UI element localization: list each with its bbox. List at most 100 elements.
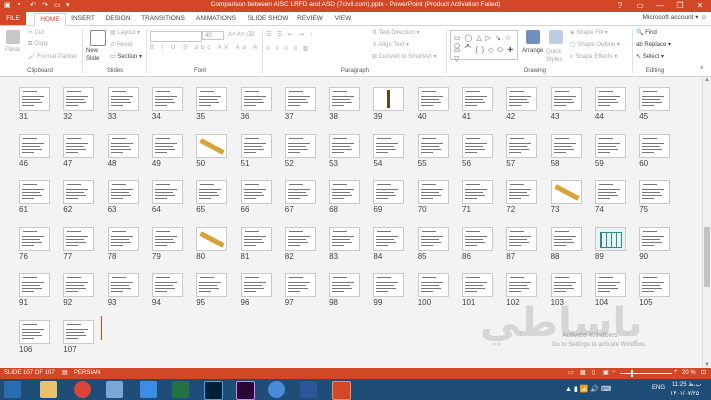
sync-icon[interactable]	[140, 381, 157, 398]
slide-thumbnail[interactable]	[594, 87, 626, 111]
reset-button[interactable]: ↺ Reset	[110, 41, 132, 48]
quick-styles-button[interactable]: Quick Styles	[546, 48, 566, 64]
slide-thumbnail[interactable]	[284, 226, 316, 251]
start-button[interactable]	[4, 381, 21, 398]
slide-thumbnail[interactable]	[63, 180, 95, 204]
slide-thumbnail[interactable]	[240, 133, 272, 158]
slide-thumbnail[interactable]	[63, 87, 95, 111]
powerpoint-taskbar-icon[interactable]	[332, 381, 351, 400]
slide-thumbnail[interactable]	[462, 133, 493, 158]
slide-thumbnail[interactable]	[329, 87, 361, 111]
slide-thumbnail[interactable]	[63, 133, 95, 158]
help-button[interactable]: ?	[610, 0, 630, 12]
slide-thumbnail[interactable]	[240, 87, 272, 111]
slide-thumbnail[interactable]	[240, 180, 272, 204]
shape-effects-button[interactable]: ◐ Shape Effects ▾	[570, 53, 617, 60]
slide-thumbnail[interactable]	[151, 273, 183, 297]
zoom-slider-thumb[interactable]	[631, 370, 633, 377]
slide-thumbnail[interactable]	[284, 180, 316, 204]
collapse-ribbon-icon[interactable]: ˄	[700, 66, 704, 72]
slide-indicator[interactable]: SLIDE 107 OF 107	[4, 370, 55, 376]
photoshop-icon[interactable]	[204, 381, 223, 400]
ribbon-display-button[interactable]: ▭	[630, 0, 650, 12]
tab-insert[interactable]: INSERT	[68, 13, 98, 25]
zoom-in-icon[interactable]: +	[674, 369, 678, 375]
font-grow-shrink-buttons[interactable]: A˄ A˅ ⌫	[228, 31, 255, 38]
slide-thumbnail[interactable]	[506, 133, 538, 158]
slide-thumbnail[interactable]	[594, 180, 626, 204]
zoom-out-icon[interactable]: −	[612, 369, 616, 375]
fit-slide-icon[interactable]: ⊡	[701, 369, 706, 376]
reading-view-icon[interactable]: ▯	[592, 369, 595, 376]
cut-button[interactable]: ✂ Cut	[28, 29, 44, 36]
replace-button[interactable]: ab Replace ▾	[636, 41, 671, 48]
slide-thumbnail[interactable]	[63, 226, 95, 251]
paste-button[interactable]: Paste	[5, 47, 20, 53]
computer-icon[interactable]	[106, 381, 123, 398]
language-indicator[interactable]: PERSIAN	[74, 370, 100, 376]
slide-thumbnail[interactable]	[639, 133, 671, 158]
slide-thumbnail[interactable]	[550, 133, 582, 158]
slide-thumbnail[interactable]	[550, 273, 582, 297]
select-button[interactable]: ↖ Select ▾	[636, 53, 664, 60]
new-slide-button[interactable]: New Slide	[86, 47, 106, 63]
spelling-icon[interactable]: ▤	[62, 369, 68, 376]
slide-thumbnail[interactable]	[373, 273, 405, 297]
find-button[interactable]: 🔍 Find	[636, 29, 657, 36]
slide-thumbnail[interactable]	[639, 180, 671, 204]
normal-view-icon[interactable]: ▭	[568, 369, 574, 376]
slide-thumbnail[interactable]	[373, 180, 405, 204]
tab-animations[interactable]: ANIMATIONS	[193, 13, 239, 25]
slide-thumbnail[interactable]	[196, 180, 228, 204]
slide-thumbnail[interactable]	[63, 273, 95, 297]
copy-button[interactable]: ⧉ Copy	[28, 41, 48, 48]
tray-icons[interactable]: ▲ ▮ 📶 🔊 ⌨	[565, 385, 611, 393]
slide-thumbnail[interactable]	[151, 133, 183, 158]
tab-review[interactable]: REVIEW	[296, 13, 324, 25]
slide-thumbnail[interactable]	[329, 180, 361, 204]
clock-date[interactable]: ۱۴۰۱/۰۷/۲۵	[670, 390, 699, 397]
slide-thumbnail[interactable]	[19, 226, 50, 251]
tab-slide-show[interactable]: SLIDE SHOW	[246, 13, 290, 25]
font-size-box[interactable]: 40	[202, 31, 224, 40]
slide-thumbnail[interactable]	[196, 226, 228, 251]
slide-thumbnail[interactable]	[462, 87, 493, 111]
slide-thumbnail[interactable]	[550, 87, 582, 111]
slide-thumbnail[interactable]	[19, 273, 50, 297]
slide-thumbnail[interactable]	[417, 180, 449, 204]
shapes-gallery[interactable]: ▭ ◯ △ ▷ ↘ ☆ ⬠ ↗ ▭ ⌒ { } ◇ ⬭ ✚ ▽	[450, 30, 518, 63]
slide-thumbnail[interactable]	[151, 226, 183, 251]
tab-transitions[interactable]: TRANSITIONS	[140, 13, 186, 25]
slide-thumbnail[interactable]	[19, 319, 50, 344]
slide-thumbnail[interactable]	[329, 273, 361, 297]
slide-thumbnail[interactable]	[240, 226, 272, 251]
clock-time[interactable]: 11:25 ب.ظ	[672, 381, 701, 388]
scroll-thumb[interactable]	[704, 227, 710, 287]
slide-thumbnail[interactable]	[506, 180, 538, 204]
slide-thumbnail[interactable]	[506, 226, 538, 251]
slide-thumbnail[interactable]	[196, 87, 228, 111]
shape-outline-button[interactable]: ▢ Shape Outline ▾	[570, 41, 620, 48]
slide-thumbnail[interactable]	[107, 273, 139, 297]
minimize-button[interactable]: —	[650, 0, 670, 12]
restore-button[interactable]: ❐	[670, 0, 690, 12]
slide-thumbnail[interactable]	[417, 133, 449, 158]
list-buttons[interactable]: ☰ ☰ ⇤ ⇥ ↕	[266, 31, 314, 38]
slide-thumbnail[interactable]	[594, 226, 626, 251]
account-menu[interactable]: Microsoft account ▾ ☺	[643, 13, 707, 21]
slide-thumbnail[interactable]	[107, 133, 139, 158]
slide-thumbnail[interactable]	[19, 87, 50, 111]
slide-thumbnail[interactable]	[462, 273, 493, 297]
vertical-scrollbar[interactable]: ▲ ▼	[702, 77, 711, 368]
tab-view[interactable]: VIEW	[331, 13, 355, 25]
text-direction-button[interactable]: ⇅ Text Direction ▾	[372, 29, 420, 36]
slide-thumbnail[interactable]	[284, 273, 316, 297]
slide-thumbnail[interactable]	[417, 273, 449, 297]
calculator-icon[interactable]	[172, 381, 189, 398]
slide-thumbnail[interactable]	[63, 319, 95, 344]
slide-thumbnail[interactable]	[284, 87, 316, 111]
slide-thumbnail[interactable]	[107, 226, 139, 251]
font-style-buttons[interactable]: B I U S abc AV Aa A	[150, 45, 260, 51]
slide-thumbnail[interactable]	[19, 180, 50, 204]
slide-thumbnail[interactable]	[417, 87, 449, 111]
